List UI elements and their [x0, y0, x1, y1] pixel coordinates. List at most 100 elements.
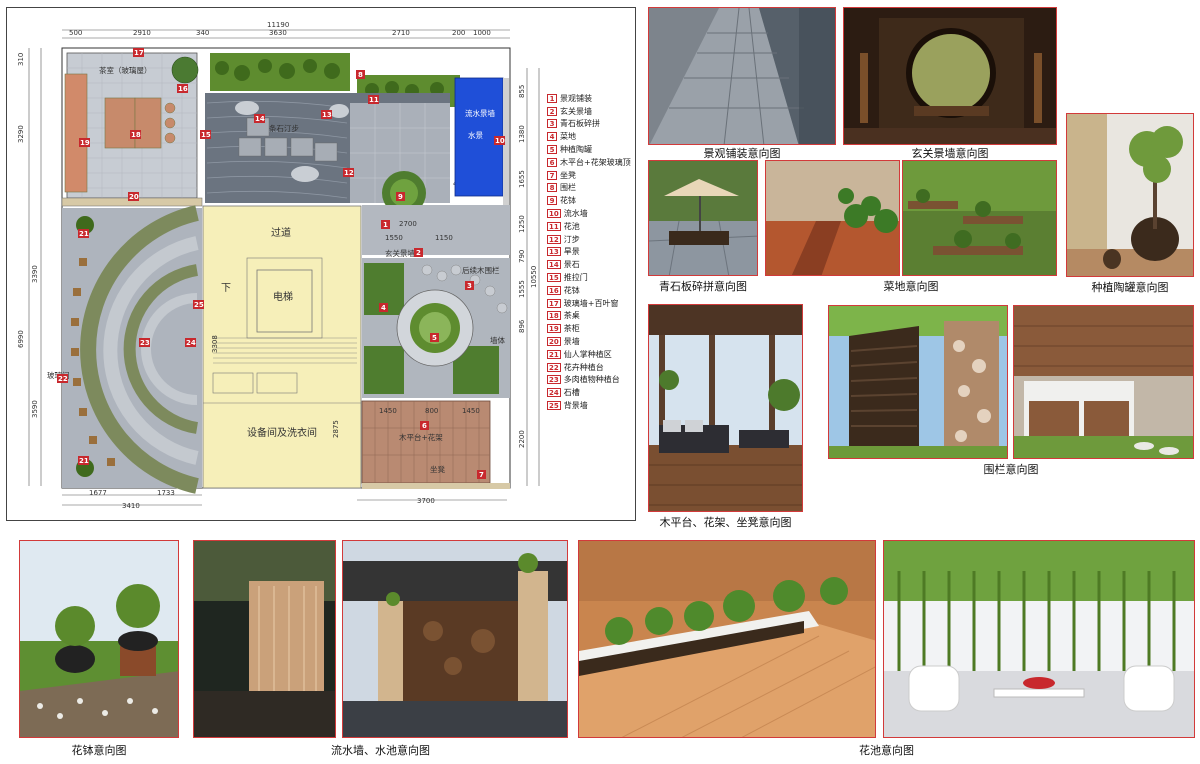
legend-item: 1 景观铺装	[547, 92, 635, 105]
svg-text:15: 15	[201, 131, 211, 139]
photo-water-wall-1	[193, 540, 336, 738]
dim-left-4: 6990	[17, 330, 25, 348]
caption-water-wall: 流水墙、水池意向图	[331, 744, 430, 757]
legend-item: 21 仙人掌种植区	[547, 349, 612, 359]
legend-item: 23 多肉植物种植台	[547, 375, 620, 385]
photo-water-wall-2	[342, 540, 568, 738]
tea-cabinet-shape	[64, 73, 88, 193]
dim-right-3: 1655	[518, 170, 526, 188]
dim-right-7: 896	[518, 319, 526, 333]
caption-fence: 围栏意向图	[983, 463, 1039, 476]
svg-text:5: 5	[432, 334, 437, 342]
legend-item: 15 推拉门	[547, 273, 588, 283]
photo-pots	[1066, 113, 1194, 277]
label-stepping-stones: 条石汀步	[269, 123, 299, 133]
card-flower-bowl: 花钵意向图	[19, 540, 179, 762]
svg-text:6: 6	[422, 422, 427, 430]
legend-item: 10 流水墙	[547, 209, 588, 219]
dim-inner-800: 800	[425, 407, 438, 415]
photo-bluestone	[648, 160, 758, 276]
svg-text:8: 8	[358, 71, 363, 79]
legend-item: 20 景墙	[547, 337, 580, 347]
svg-text:25: 25	[194, 301, 204, 309]
svg-text:12: 12	[344, 169, 354, 177]
dim-right-2: 1380	[518, 125, 526, 143]
photo-fence-1	[828, 305, 1008, 459]
svg-text:21: 21	[79, 230, 89, 238]
legend-item: 25 背景墙	[547, 401, 588, 411]
svg-text:13: 13	[322, 111, 332, 119]
dim-inner-1550: 1550	[385, 234, 403, 242]
dim-left-2: 3290	[17, 125, 25, 143]
dim-inner-1150: 1150	[435, 234, 453, 242]
dim-left-1: 310	[17, 53, 25, 66]
dim-inner-1450b: 1450	[462, 407, 480, 415]
legend-item: 17 玻璃墙+百叶窗	[547, 298, 619, 308]
caption-vegetable: 菜地意向图	[883, 280, 939, 293]
svg-text:3: 3	[467, 282, 472, 290]
svg-text:19: 19	[80, 139, 90, 147]
dim-top-6: 200	[452, 29, 465, 37]
dim-right-8: 2200	[518, 430, 526, 448]
svg-text:20: 20	[129, 193, 139, 201]
legend-item: 16 花钵	[547, 285, 580, 295]
card-bluestone: 青石板碎拼意向图	[648, 160, 758, 294]
svg-text:24: 24	[186, 339, 196, 347]
legend-item: 19 茶柜	[547, 324, 580, 334]
photo-entrance-wall	[843, 7, 1057, 145]
svg-text:14: 14	[255, 115, 265, 123]
legend-item: 24 石槽	[547, 388, 580, 398]
label-elevator: 电梯	[273, 290, 293, 303]
label-bench: 坐凳	[430, 464, 445, 474]
legend-item: 12 汀步	[547, 234, 580, 244]
svg-text:4: 4	[381, 304, 386, 312]
legend-item: 5 种植陶罐	[547, 143, 635, 156]
dim-inner-2700: 2700	[399, 220, 417, 228]
svg-text:16: 16	[178, 85, 188, 93]
plan-legend: 1 景观铺装 2 玄关景墙 3 青石板碎拼 4 菜地 5 种植陶罐 6 木平台+花架玻璃顶 …	[547, 92, 635, 412]
dim-top-1: 500	[69, 29, 82, 37]
label-entrance-wall: 玄关景墙	[385, 248, 415, 258]
label-tea-room: 茶室（玻璃屋）	[99, 65, 152, 75]
dim-top-4: 3630	[269, 29, 287, 37]
dim-top-total: 11190	[267, 21, 289, 29]
legend-item: 22 花卉种植台	[547, 362, 604, 372]
legend-item: 8 围栏	[547, 182, 635, 195]
garden-floor-plan: 11190 500 2910 340 3630 2710 200 1000 31…	[6, 7, 636, 521]
dim-right-5: 790	[518, 250, 526, 263]
card-flower-bed: 花池意向图	[578, 540, 1195, 762]
card-deck: 木平台、花架、坐凳意向图	[648, 304, 803, 530]
dim-top-3: 340	[196, 29, 209, 37]
caption-pots: 种植陶罐意向图	[1091, 281, 1169, 294]
design-board: 11190 500 2910 340 3630 2710 200 1000 31…	[0, 0, 1200, 764]
caption-flower-bed: 花池意向图	[859, 744, 914, 757]
legend-item: 18 茶桌	[547, 311, 580, 321]
svg-text:2: 2	[416, 249, 421, 257]
legend-item: 9 花钵	[547, 194, 635, 207]
legend-item: 2 玄关景墙	[547, 105, 635, 118]
caption-bluestone: 青石板碎拼意向图	[659, 280, 747, 293]
svg-text:9: 9	[398, 193, 403, 201]
photo-vegetable-2	[902, 160, 1057, 276]
dim-bottom-2: 1733	[157, 489, 175, 497]
caption-flower-bowl: 花钵意向图	[71, 744, 127, 757]
plan-drawing: 11190 500 2910 340 3630 2710 200 1000 31…	[17, 21, 540, 510]
legend-item: 7 坐凳	[547, 169, 635, 182]
card-pots: 种植陶罐意向图	[1066, 113, 1194, 295]
photo-flower-bowl	[19, 540, 179, 738]
photo-deck	[648, 304, 803, 512]
svg-text:22: 22	[58, 375, 68, 383]
legend-item: 3 青石板碎拼	[547, 118, 635, 131]
svg-text:23: 23	[140, 339, 150, 347]
card-vegetable: 菜地意向图	[765, 160, 1057, 294]
label-flowing-wall: 流水景墙	[465, 108, 495, 118]
svg-text:1: 1	[383, 221, 388, 229]
dim-right-1: 855	[518, 85, 526, 98]
card-fence: 围栏意向图	[828, 305, 1194, 477]
dim-right-6: 1555	[518, 280, 526, 298]
photo-flower-bed-1	[578, 540, 876, 738]
card-paving: 景观铺装意向图	[648, 7, 836, 160]
dim-inner-2875: 2875	[332, 420, 340, 438]
legend-item: 14 景石	[547, 260, 580, 270]
svg-text:18: 18	[131, 131, 141, 139]
